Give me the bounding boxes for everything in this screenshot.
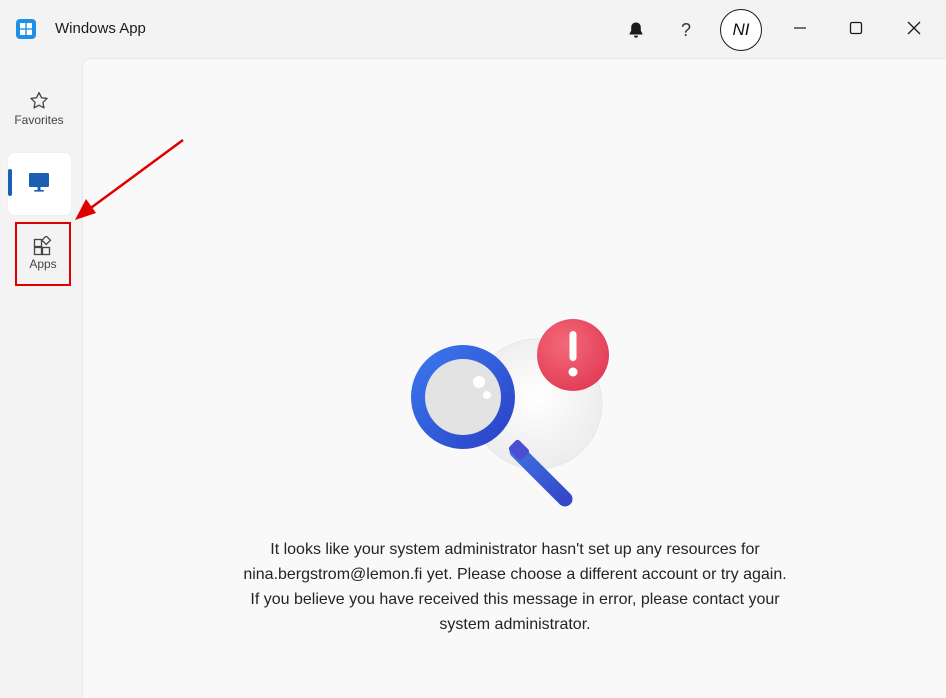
sidebar-item-favorites[interactable]: Favorites: [8, 90, 70, 150]
bell-icon: [629, 22, 643, 38]
minimize-icon: [794, 27, 806, 29]
maximize-icon: [849, 21, 863, 35]
message-line: If you believe you have received this me…: [250, 591, 780, 608]
no-resources-illustration: [411, 319, 609, 507]
avatar-initials: NI: [732, 20, 750, 39]
close-icon: [907, 21, 921, 35]
message-line: system administrator.: [439, 616, 591, 633]
main-content: It looks like your system administrator …: [82, 58, 946, 698]
minimize-button[interactable]: [786, 14, 814, 42]
close-button[interactable]: [900, 14, 928, 42]
account-avatar[interactable]: NI: [720, 9, 762, 51]
message-line: It looks like your system administrator …: [270, 541, 760, 558]
help-icon: ?: [680, 19, 691, 40]
sidebar-item-label: Apps: [29, 257, 57, 271]
window-title: Windows App: [55, 20, 146, 37]
sidebar-item-label: Favorites: [14, 113, 64, 127]
windows-app-logo-icon: [16, 19, 36, 39]
message-line: nina.bergstrom@lemon.fi yet. Please choo…: [243, 566, 787, 583]
help-button[interactable]: ?: [672, 16, 700, 44]
sidebar-item-apps[interactable]: Apps: [15, 222, 71, 286]
notifications-button[interactable]: [622, 16, 650, 44]
empty-state-message: It looks like your system administrator …: [183, 537, 847, 637]
selected-indicator: [8, 169, 12, 196]
star-icon: [30, 91, 48, 109]
title-bar: Windows App ? NI: [0, 0, 946, 58]
sidebar-item-devices[interactable]: [8, 153, 71, 215]
monitor-icon: [29, 173, 49, 192]
sidebar: Favorites Apps: [0, 58, 82, 698]
apps-icon: [33, 236, 52, 256]
maximize-button[interactable]: [842, 14, 870, 42]
